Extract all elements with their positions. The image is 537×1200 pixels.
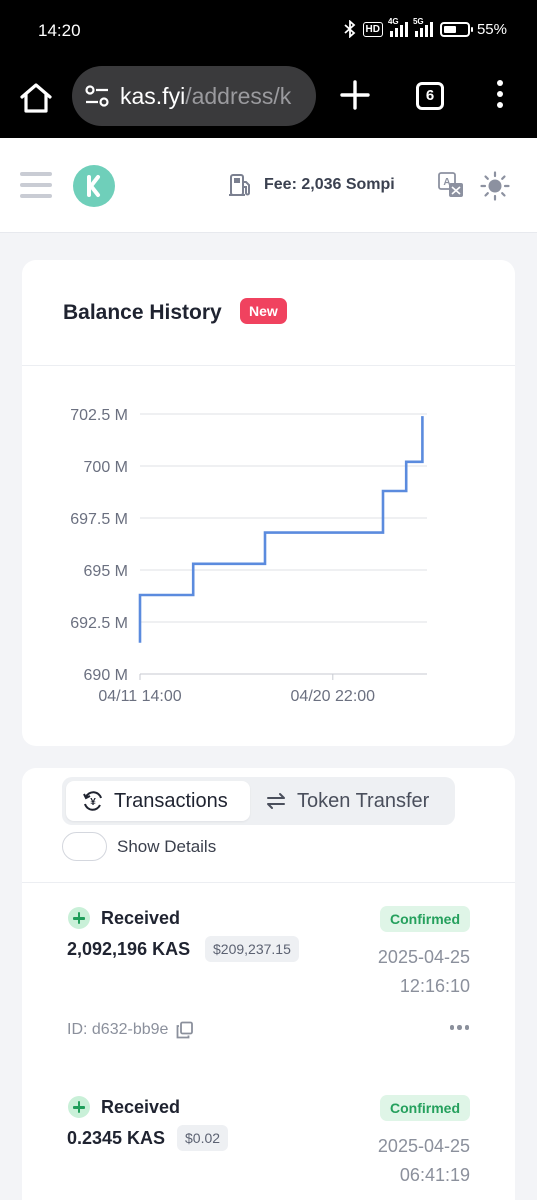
hd-voice-icon: HD (362, 21, 383, 37)
tx-timestamp: 2025-04-25 12:16:10 (377, 947, 470, 996)
status-bar: 14:20 HD 4G 5G 55% (0, 0, 537, 62)
divider (22, 882, 515, 883)
transaction-row[interactable]: Received Confirmed 2,092,196 KAS $209,23… (22, 895, 515, 1065)
sun-icon[interactable] (480, 171, 510, 201)
status-badge: Confirmed (380, 906, 470, 932)
signal-icon-1: 4G (388, 17, 408, 37)
tx-amount: 0.2345 KAS (67, 1128, 166, 1148)
tx-usd-value: $0.02 (177, 1125, 229, 1151)
balance-line (138, 416, 424, 643)
tx-direction: Received (101, 1096, 181, 1117)
browser-menu-icon[interactable] (494, 80, 506, 114)
browser-toolbar: kas.fyi/address/k 6 (0, 62, 537, 138)
tab-switcher-button[interactable]: 6 (416, 82, 444, 110)
site-settings-icon[interactable] (84, 84, 110, 108)
battery-level: 55% (476, 20, 507, 38)
y-tick-label: 697.5 M (70, 511, 128, 528)
more-options-icon[interactable] (449, 1025, 469, 1030)
transaction-row[interactable]: Received Confirmed 0.2345 KAS $0.02 2025… (22, 1084, 515, 1200)
tx-direction: Received (101, 907, 181, 928)
gas-pump-icon (229, 174, 250, 196)
tx-usd-value: $209,237.15 (205, 936, 299, 962)
y-tick-label: 690 M (84, 667, 128, 684)
translate-icon[interactable]: A (437, 171, 465, 199)
plus-circle-icon (68, 1096, 90, 1118)
swap-arrows-icon (267, 793, 285, 809)
tx-timestamp: 2025-04-25 06:41:19 (377, 1136, 470, 1185)
battery-icon (439, 21, 473, 37)
plus-circle-icon (68, 907, 90, 929)
signal-icon-2: 5G (413, 17, 433, 37)
tx-id: ID: d632-bb9e (67, 1021, 194, 1039)
home-icon[interactable] (18, 80, 54, 116)
x-tick-label: 04/11 14:00 (98, 688, 181, 705)
balance-history-card: Balance History New 702.5 M 700 M 697.5 M 6… (22, 260, 515, 746)
y-tick-label: 692.5 M (70, 615, 128, 632)
copy-icon[interactable] (176, 1021, 194, 1039)
url-text[interactable]: kas.fyi/address/k (120, 83, 291, 110)
show-details-row: Show Details (62, 832, 216, 861)
bluetooth-icon (343, 20, 355, 38)
address-bar[interactable]: kas.fyi/address/k (72, 66, 316, 126)
clock: 14:20 (38, 21, 81, 40)
tab-transactions[interactable]: ¥ Transactions (66, 781, 250, 821)
currency-exchange-icon: ¥ (83, 791, 102, 811)
menu-icon[interactable] (20, 172, 52, 200)
y-tick-label: 695 M (84, 563, 128, 580)
tab-switcher: ¥ Transactions Token Transfer (62, 777, 455, 825)
new-badge: New (240, 298, 287, 324)
balance-chart[interactable]: 702.5 M 700 M 697.5 M 695 M 692.5 M 690 M 04/1… (22, 366, 515, 726)
transactions-card: ¥ Transactions Token Transfer Show Detai… (22, 768, 515, 1200)
y-tick-label: 700 M (84, 459, 128, 476)
tx-amount: 2,092,196 KAS (67, 939, 191, 959)
x-tick-label: 04/20 22:00 (291, 688, 376, 705)
new-tab-icon[interactable] (338, 78, 372, 112)
tab-token-transfer[interactable]: Token Transfer (265, 781, 429, 821)
y-tick-label: 702.5 M (70, 407, 128, 424)
show-details-label: Show Details (117, 836, 217, 856)
card-title: Balance History (63, 301, 222, 324)
system-icons: HD 4G 5G 55% (343, 17, 507, 38)
kaspa-logo[interactable] (73, 165, 115, 207)
fee-label: Fee: 2,036 Sompi (264, 176, 395, 193)
status-badge: Confirmed (380, 1095, 470, 1121)
svg-text:¥: ¥ (90, 797, 96, 808)
network-fee: Fee: 2,036 Sompi (228, 172, 395, 198)
app-header: Fee: 2,036 Sompi A (0, 138, 537, 233)
show-details-toggle[interactable] (62, 832, 107, 861)
